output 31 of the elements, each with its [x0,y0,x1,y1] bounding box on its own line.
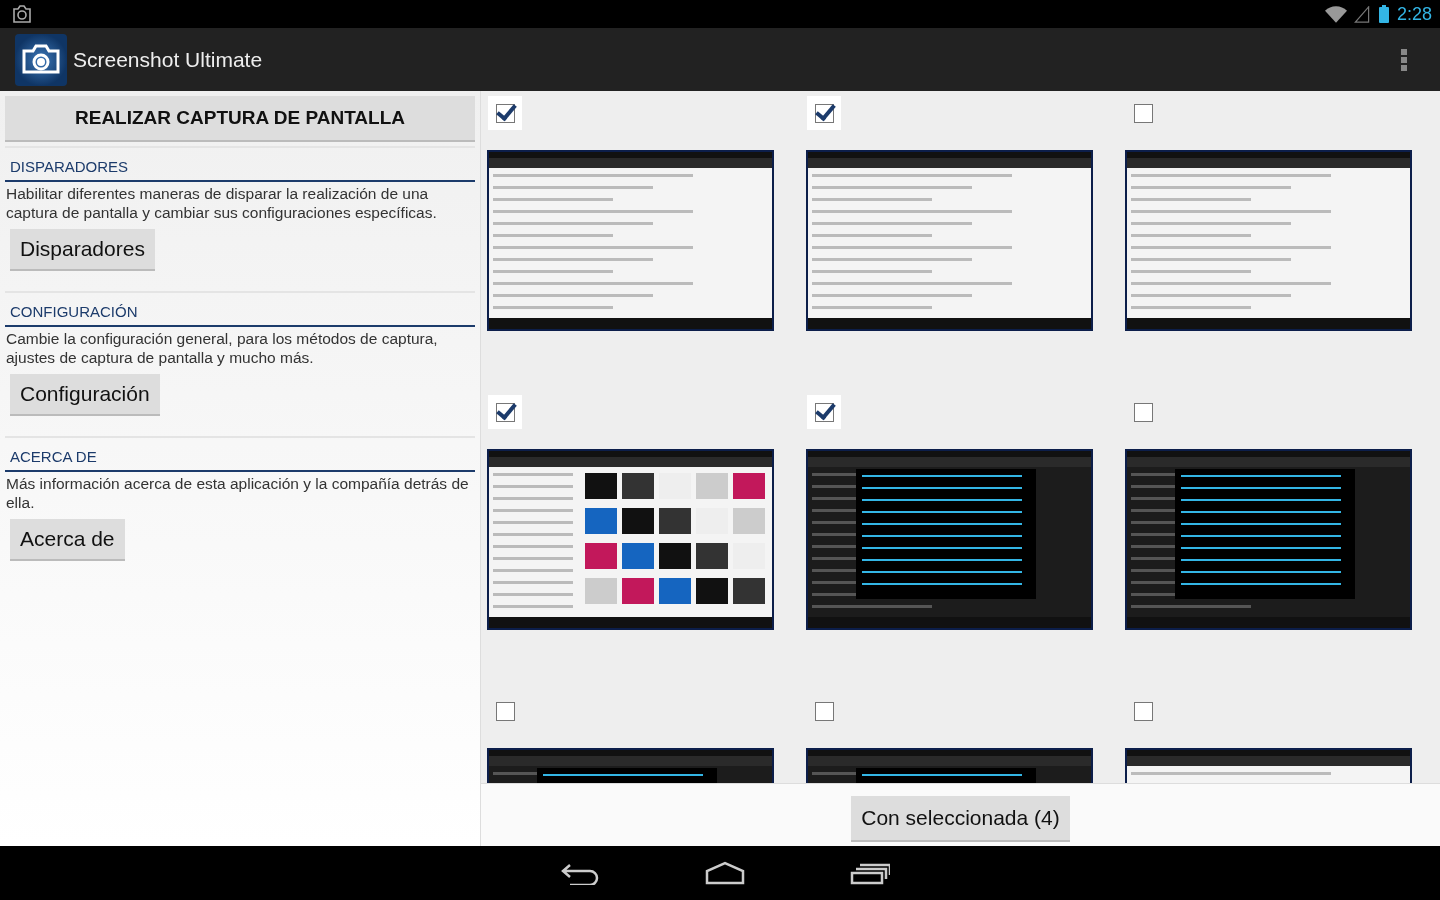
section-button[interactable]: Acerca de [10,519,125,561]
screenshot-thumbnail[interactable] [1125,449,1412,630]
wifi-icon [1324,5,1347,23]
checkbox[interactable] [488,395,522,429]
recent-apps-icon[interactable] [850,861,890,885]
section-heading: CONFIGURACIÓN [5,291,475,327]
section-button[interactable]: Configuración [10,374,160,416]
screenshot-thumbnail[interactable] [487,150,774,331]
screenshot-thumbnail[interactable] [806,150,1093,331]
screenshot-thumbnail[interactable] [487,449,774,630]
screenshot-thumbnail[interactable] [806,449,1093,630]
checkbox[interactable] [807,395,841,429]
screenshot-thumbnail[interactable] [1125,150,1412,331]
capture-button[interactable]: REALIZAR CAPTURA DE PANTALLA [5,96,475,142]
checkbox[interactable] [807,96,841,130]
overflow-menu-icon[interactable] [1401,48,1407,71]
clock: 2:28 [1396,3,1432,25]
home-icon[interactable] [705,861,745,885]
battery-icon [1378,5,1389,23]
back-icon[interactable] [560,861,600,885]
camera-icon [12,5,32,23]
section-button[interactable]: Disparadores [10,229,155,271]
section-heading: DISPARADORES [5,146,475,182]
action-button[interactable]: Con seleccionada (4) [851,796,1070,843]
app-title: Screenshot Ultimate [73,47,264,72]
section-description: Más información acerca de esta aplicación y la compañía detrás de ella. [5,474,470,512]
section-heading: ACERCA DE [5,436,475,472]
camera-app-icon[interactable] [15,33,67,86]
section-description: Cambie la configuración general, para los métodos de captura, ajustes de captura de pantalla y mucho más. [5,329,439,367]
section-description: Habilitar diferentes maneras de disparar la realización de una captura de pantalla y cambiar sus configuraciones específicas. [5,184,438,222]
checkbox[interactable] [488,96,522,130]
